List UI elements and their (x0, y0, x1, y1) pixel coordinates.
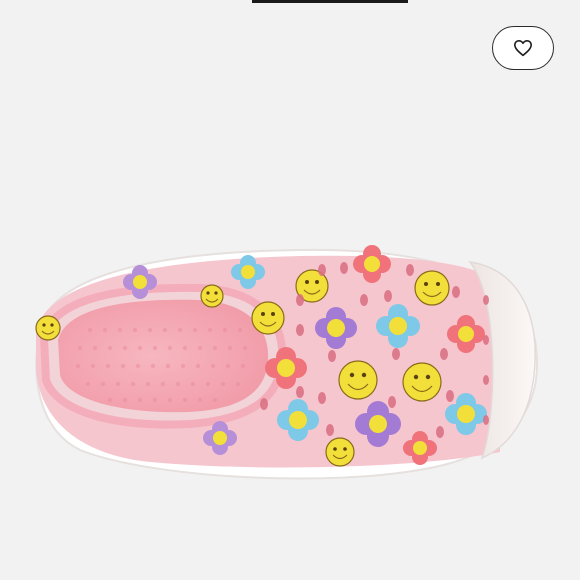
heart-outline-icon (513, 39, 532, 57)
like-button[interactable] (492, 26, 554, 70)
product-photo[interactable] (0, 0, 580, 580)
shoe-insole (58, 299, 269, 413)
